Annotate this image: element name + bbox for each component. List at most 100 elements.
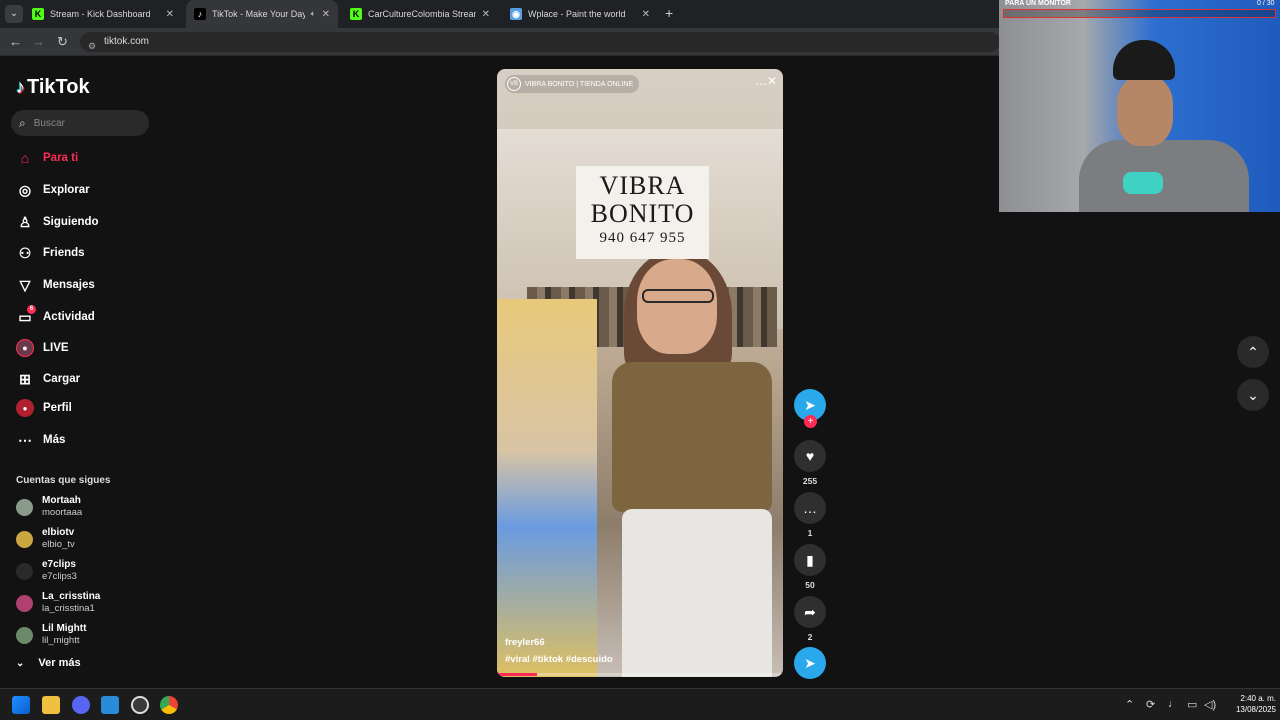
sidebar-item-label: Explorar [43,184,90,196]
sidebar-item-actividad[interactable]: ▭ 6 Actividad [16,305,95,326]
like-button[interactable]: ♥ [794,440,826,472]
file-explorer-icon[interactable] [42,696,60,714]
video-person [592,244,782,677]
following-account[interactable]: elbiotv elbio_tv [16,527,75,551]
tab-title: Wplace - Paint the world [528,9,626,19]
see-more-link[interactable]: ⌄ Ver más [16,657,81,669]
sidebar-item-más[interactable]: ⋯ Más [16,431,65,449]
sign-phone: 940 647 955 [599,230,686,246]
microphone-icon [1123,172,1163,194]
reload-icon[interactable]: ↻ [57,34,68,50]
tab-1[interactable]: K Stream - Kick Dashboard ✕ [24,0,182,28]
video-author[interactable]: freyler66 [505,637,545,648]
tray-overflow-icon[interactable]: ⌃ [1125,698,1134,711]
account-handle: e7clips3 [42,571,77,582]
following-account[interactable]: Mortaah moortaaa [16,495,82,519]
sidebar-item-perfil[interactable]: ● Perfil [16,399,72,417]
previous-video-button[interactable]: ⌃ [1237,336,1269,368]
webcam-goal-bar [1003,9,1276,18]
following-account[interactable]: e7clips e7clips3 [16,559,77,583]
sign-line1: VIBRA [599,171,686,200]
live-icon: ● [16,339,34,357]
tab-search-button[interactable]: ⌄ [5,5,23,23]
chrome-icon[interactable] [160,696,178,714]
tab-3[interactable]: K CarCultureColombia Stream - W ✕ [342,0,498,28]
sidebar-item-live[interactable]: ● LIVE [16,339,69,357]
back-icon[interactable]: ← [9,34,22,49]
volume-icon[interactable]: ◁) [1204,698,1216,711]
sidebar-item-label: LIVE [43,342,69,354]
next-video-button[interactable]: ⌄ [1237,379,1269,411]
url-text: tiktok.com [104,36,150,47]
held-clothes [497,299,597,677]
store-sign: VIBRA BONITO 940 647 955 [576,166,709,259]
chevron-up-icon: ⌃ [1247,343,1259,360]
account-handle: elbio_tv [42,539,75,550]
close-tab-icon[interactable]: ✕ [322,9,330,20]
following-account[interactable]: Lil Mightt lil_mightt [16,623,86,647]
comment-button[interactable]: … [794,492,826,524]
sidebar-item-label: Para ti [43,152,79,164]
globe-icon: ◉ [510,8,522,20]
windows-start-icon[interactable] [12,696,30,714]
like-count: 255 [802,476,818,486]
tiktok-icon: ♪ [194,8,206,20]
sidebar-item-siguiendo[interactable]: ♙ Siguiendo [16,213,99,231]
sync-icon[interactable]: ⟳ [1146,698,1155,711]
compass-icon: ◎ [18,181,32,198]
more-icon: ⋯ [18,431,32,448]
tab-2[interactable]: ♪ TikTok - Make Your Day 🔈︎ ✕ [186,0,338,28]
more-options-icon[interactable]: ⋯ [755,77,767,91]
avatar [16,626,33,644]
sidebar-item-explorar[interactable]: ◎ Explorar [16,181,90,199]
forward-icon[interactable]: → [32,34,45,49]
following-account[interactable]: La_crisstina la_crisstina1 [16,591,100,615]
webcam-goal-label: PARA UN MONITOR [1005,0,1071,7]
sidebar-item-cargar[interactable]: ⊞ Cargar [16,370,80,388]
close-tab-icon[interactable]: ✕ [482,9,490,20]
sidebar-item-para-ti[interactable]: ⌂ Para ti [16,149,78,167]
follow-plus-icon[interactable]: + [804,415,817,428]
new-tab-button[interactable]: + [665,5,673,21]
save-button[interactable]: ▮ [794,544,826,576]
discord-icon[interactable] [72,696,90,714]
chevron-down-icon: ⌄ [16,657,25,669]
activity-icon: ▭ 6 [16,305,36,326]
tiktok-logo[interactable]: ♪ TikTok [16,76,90,99]
sidebar-item-label: Cargar [43,373,81,385]
account-handle: lil_mightt [42,635,80,646]
video-player[interactable]: VIBRA BONITO 940 647 955 VB VIBRA BONITO… [497,69,783,677]
chevron-down-icon: ⌄ [1247,386,1259,403]
site-info-icon[interactable]: ⚙ [88,36,96,56]
telegram-icon: ➤ [804,654,816,671]
avatar [16,530,33,548]
windows-taskbar: ⌃ ⟳ ♩ ▭ ◁) 2:40 a. m. 13/08/2025 [0,688,1280,720]
account-name: La_crisstina [42,591,101,602]
close-icon[interactable]: ✕ [767,74,777,88]
sidebar-item-mensajes[interactable]: ▽ Mensajes [16,276,95,294]
video-hashtags[interactable]: #viral #tiktok #descuido [505,654,613,665]
share-count: 2 [807,632,813,642]
video-progress-bar[interactable] [497,673,783,676]
obs-icon[interactable] [131,696,149,714]
telegram-share-button[interactable]: ➤ [794,647,826,679]
close-tab-icon[interactable]: ✕ [166,9,174,20]
sidebar-item-label: Actividad [43,311,95,323]
sidebar-item-friends[interactable]: ⚇ Friends [16,244,85,262]
share-button[interactable]: ➦ [794,596,826,628]
audio-playing-icon[interactable]: 🔈︎ [311,9,316,19]
account-name: Mortaah [42,495,81,506]
comment-icon: … [803,500,817,516]
search-input[interactable]: ⌕ Buscar [11,110,149,136]
tab-4[interactable]: ◉ Wplace - Paint the world ✕ [502,0,658,28]
network-icon[interactable]: ▭ [1187,698,1197,711]
system-clock[interactable]: 2:40 a. m. 13/08/2025 [1222,693,1276,715]
url-field[interactable]: ⚙ tiktok.com [80,32,1000,52]
telegram-icon: ➤ [804,396,816,413]
app-icon[interactable] [101,696,119,714]
account-handle: moortaaa [42,507,83,518]
sidebar-item-label: Siguiendo [43,216,99,228]
close-tab-icon[interactable]: ✕ [642,9,650,20]
account-handle: la_crisstina1 [42,603,95,614]
microphone-icon[interactable]: ♩ [1168,698,1179,710]
